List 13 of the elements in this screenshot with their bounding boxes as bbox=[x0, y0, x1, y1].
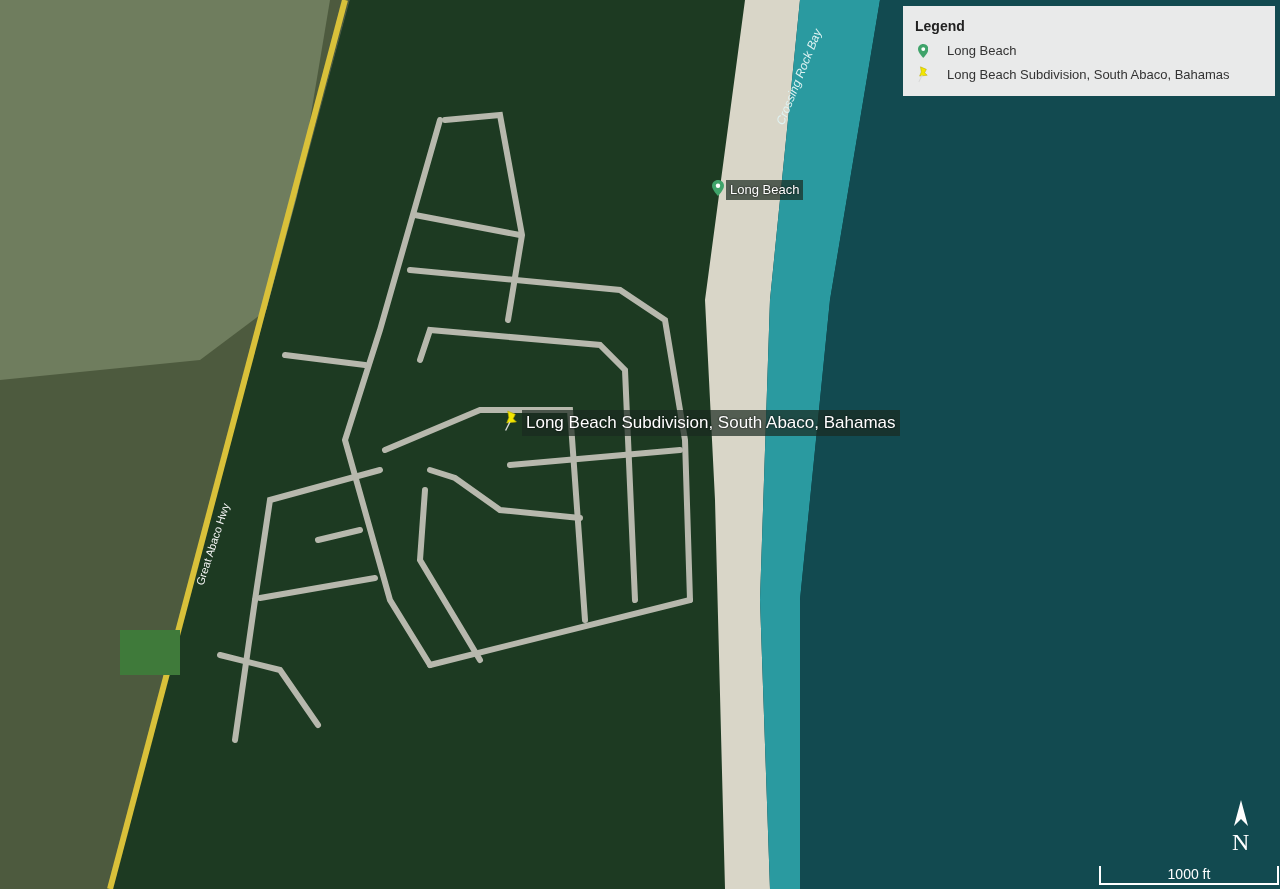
pushpin-icon bbox=[502, 410, 520, 432]
legend-item: Long Beach bbox=[947, 42, 1017, 60]
compass-label: N bbox=[1232, 830, 1250, 854]
scale-bar: 1000 ft bbox=[1099, 866, 1279, 885]
road-label: Great Abaco Hwy bbox=[192, 501, 233, 588]
pushpin-icon bbox=[916, 65, 930, 83]
pin-icon bbox=[712, 180, 724, 196]
pin-icon bbox=[917, 43, 929, 58]
legend-title: Legend bbox=[915, 17, 966, 36]
north-arrow-icon bbox=[1233, 800, 1248, 826]
legend-item: Long Beach Subdivision, South Abaco, Bahamas bbox=[947, 65, 1230, 84]
placemark-label[interactable]: Long Beach bbox=[726, 180, 804, 200]
placemark-label[interactable]: Long Beach Subdivision, South Abaco, Bahamas bbox=[522, 410, 900, 436]
